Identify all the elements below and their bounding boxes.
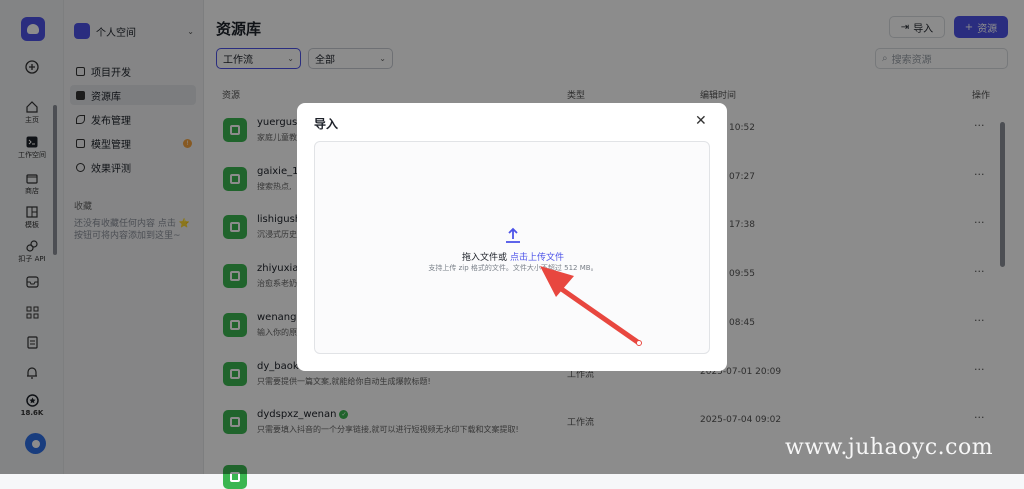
file-drop-zone[interactable]: 拖入文件或 点击上传文件 支持上传 zip 格式的文件。文件大小不超过 512 … [314, 141, 710, 354]
dialog-title: 导入 [314, 117, 339, 131]
drop-text: 拖入文件或 [462, 253, 508, 263]
upload-hint: 支持上传 zip 格式的文件。文件大小不超过 512 MB。 [428, 264, 598, 272]
upload-link[interactable]: 点击上传文件 [510, 253, 564, 263]
upload-icon [506, 227, 520, 243]
watermark: www.juhaoyc.com [785, 435, 994, 460]
close-icon[interactable]: ✕ [695, 113, 707, 129]
import-dialog: 导入 ✕ 拖入文件或 点击上传文件 支持上传 zip 格式的文件。文件大小不超过… [297, 103, 727, 371]
